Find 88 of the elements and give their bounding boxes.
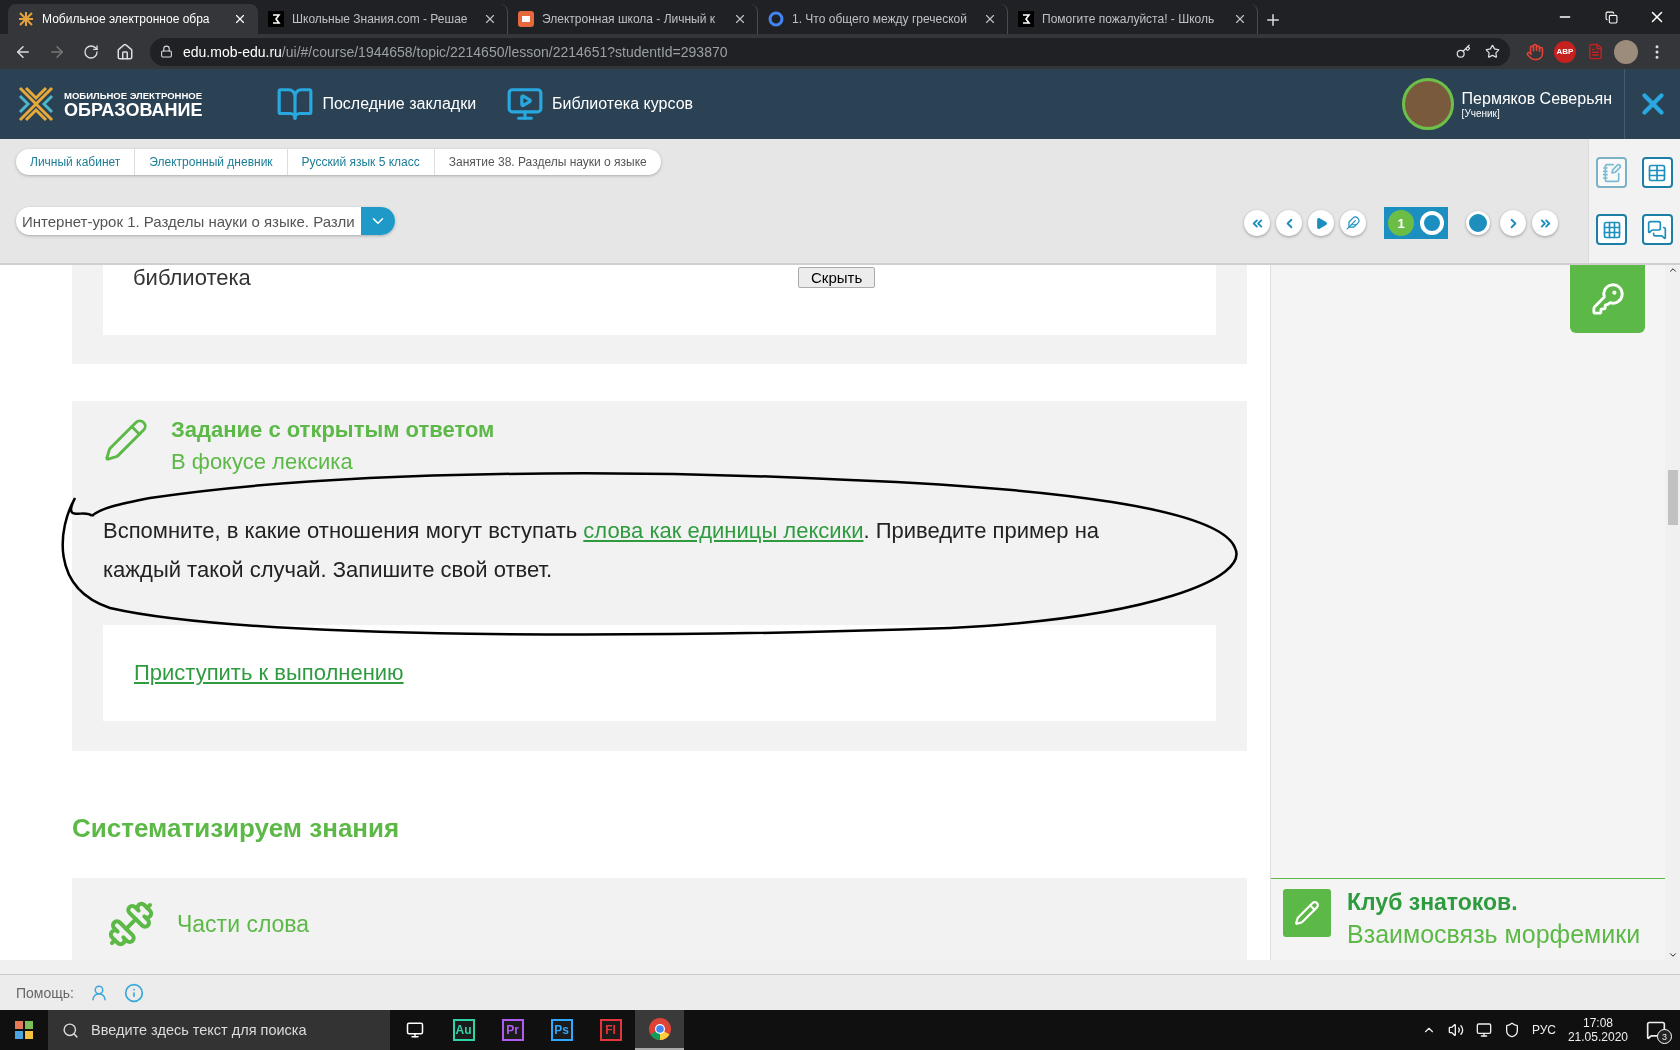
address-bar[interactable]: edu.mob-edu.ru/ui/#/course/1944658/topic/2214650/lesson/2214651?studentId=293870	[150, 37, 1510, 66]
play-button[interactable]	[1308, 210, 1334, 236]
book-icon	[276, 85, 315, 123]
pencil-icon	[103, 417, 149, 463]
taskbar-app[interactable]: Ps	[537, 1010, 586, 1050]
notification-count: 3	[1657, 1029, 1672, 1044]
restore-icon[interactable]	[1604, 10, 1618, 24]
last-button[interactable]	[1532, 210, 1558, 236]
scroll-up-icon[interactable]	[1667, 265, 1678, 275]
play-icon	[1314, 216, 1328, 230]
taskbar-app[interactable]: Fl	[586, 1010, 635, 1050]
notifications-button[interactable]: 3	[1640, 1014, 1672, 1046]
video-player-icon	[506, 85, 545, 123]
taskbar-app[interactable]: Pr	[488, 1010, 537, 1050]
taskbar-search-field[interactable]: Введите здесь текст для поиска	[48, 1010, 390, 1050]
scroll-thumb[interactable]	[1668, 470, 1678, 525]
first-button[interactable]	[1244, 210, 1270, 236]
club-title: Клуб знатоков.	[1347, 889, 1519, 916]
club-subtitle: Взаимосвязь морфемики	[1347, 920, 1641, 949]
scroll-down-icon[interactable]	[1667, 950, 1678, 960]
task-text: Вспомните, в какие отношения могут вступать слова как единицы лексики. Приведите пример на каждый такой случай. Запишите свой ответ.	[103, 517, 1101, 584]
language-indicator[interactable]: РУС	[1531, 1023, 1556, 1037]
logo-text: МОБИЛЬНОЕ ЭЛЕКТРОННОЕ	[64, 89, 203, 101]
dot-button[interactable]	[1466, 211, 1490, 235]
breadcrumb-link[interactable]: Электронный дневник	[135, 149, 288, 175]
nav-link[interactable]: Библиотека курсов	[506, 85, 694, 123]
square-icon	[268, 11, 284, 27]
grid-icon	[1601, 219, 1622, 240]
speaker-icon[interactable]	[1447, 1022, 1464, 1038]
close-icon[interactable]	[983, 12, 997, 26]
start-link[interactable]: Приступить к выполнению	[134, 660, 404, 686]
chrome-icon	[647, 1017, 672, 1041]
home-icon[interactable]	[116, 42, 134, 61]
clock[interactable]: 17:08 21.05.2020	[1567, 1016, 1628, 1044]
lesson-title: Части слова	[177, 910, 310, 938]
section-heading: Систематизируем знания	[72, 813, 401, 844]
avatar[interactable]	[1614, 39, 1638, 64]
table-icon	[1647, 162, 1668, 183]
hand-icon[interactable]	[1526, 42, 1544, 61]
star-logo-icon	[18, 11, 34, 27]
breadcrumb-link[interactable]: Русский язык 5 класс	[287, 149, 435, 175]
shield-icon[interactable]	[1503, 1022, 1520, 1038]
chat-button[interactable]	[1641, 214, 1673, 245]
grid-button[interactable]	[1596, 214, 1628, 245]
search-placeholder: Введите здесь текст для поиска	[91, 1022, 307, 1038]
notebook-icon	[1601, 162, 1622, 183]
key-icon[interactable]	[1456, 44, 1471, 59]
hide-button[interactable]: Скрыть	[798, 267, 876, 288]
lesson-dropdown[interactable]: Интернет-урок 1. Разделы науки о языке. Разли	[16, 207, 395, 235]
square-icon	[1018, 11, 1034, 27]
logo-text: ОБРАЗОВАНИЕ	[64, 100, 203, 119]
table-button[interactable]	[1641, 157, 1673, 188]
taskbar-app[interactable]: Au	[439, 1010, 488, 1050]
breadcrumb-link[interactable]: Личный кабинет	[16, 149, 136, 175]
previous-button[interactable]	[1276, 210, 1302, 236]
close-icon[interactable]	[233, 12, 247, 26]
search-icon	[62, 1021, 79, 1039]
close-icon[interactable]	[1233, 12, 1247, 26]
task-title: Задание с открытым ответом	[171, 417, 495, 443]
avatar	[1401, 78, 1454, 130]
dumbbell-icon	[107, 900, 155, 948]
breadcrumb-link[interactable]: Занятие 38. Разделы науки о языке	[434, 149, 661, 175]
card-text: библиотека	[133, 265, 251, 292]
close-icon[interactable]	[733, 12, 747, 26]
nav-link[interactable]: Последние закладки	[276, 85, 477, 123]
new-tab-icon[interactable]	[1264, 11, 1282, 29]
user-role: [Ученик]	[1461, 107, 1501, 119]
feather-icon	[1346, 216, 1360, 230]
close-icon[interactable]	[483, 12, 497, 26]
key-icon	[1590, 282, 1625, 316]
browser-tab[interactable]: Мобильное электронное обра	[8, 4, 258, 34]
windows-logo-icon	[15, 1021, 33, 1039]
ring-icon	[1420, 211, 1444, 235]
user-name: Пермяков Северьян	[1461, 89, 1612, 108]
star-icon[interactable]	[1485, 44, 1500, 59]
school-icon	[518, 11, 534, 27]
feather-button[interactable]	[1340, 210, 1366, 236]
help-label: Помощь:	[16, 984, 74, 1001]
chat-icon	[1647, 219, 1668, 240]
task-view-icon	[405, 1021, 424, 1039]
task-subtitle: В фокусе лексика	[171, 449, 354, 475]
pencil-icon	[1294, 900, 1320, 926]
chrome-button[interactable]	[635, 1010, 684, 1050]
next-button[interactable]	[1500, 210, 1526, 236]
reload-icon[interactable]	[83, 43, 99, 60]
lock-icon	[160, 45, 173, 58]
logo-icon	[16, 84, 56, 124]
extension-icon[interactable]: ABP	[1554, 40, 1576, 63]
